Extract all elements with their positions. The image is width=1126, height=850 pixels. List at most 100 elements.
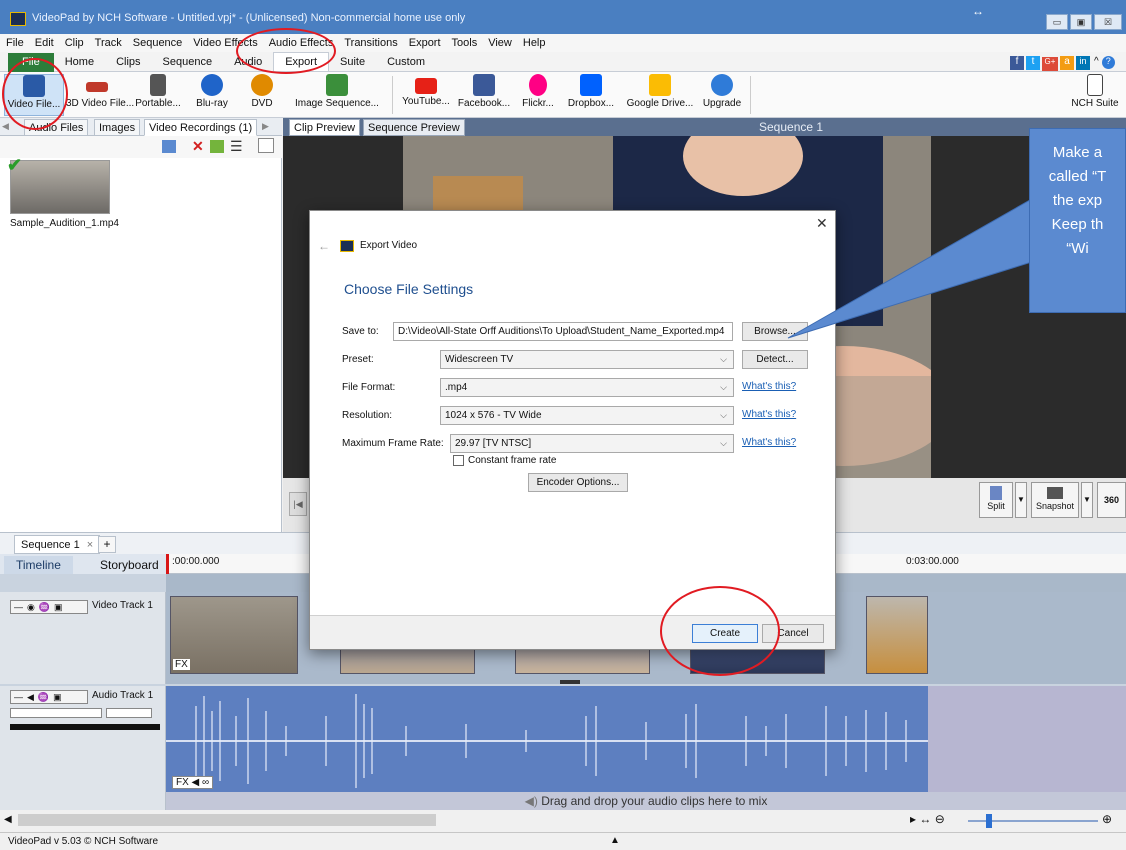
file-format-select[interactable]: .mp4 ⌵: [440, 378, 734, 397]
export-bluray-button[interactable]: Blu-ray: [188, 74, 236, 116]
encoder-options-button[interactable]: Encoder Options...: [528, 473, 628, 492]
zoom-in-icon[interactable]: ⊕: [1102, 812, 1112, 826]
audio-track-controls[interactable]: —◀♒▣: [10, 690, 88, 704]
images-icon: [326, 74, 348, 96]
google-plus-share-icon[interactable]: G+: [1042, 57, 1058, 71]
whats-this-format-link[interactable]: What's this?: [742, 381, 796, 392]
zoom-fit-icon[interactable]: ▸ ↔ ⊖: [910, 812, 945, 826]
track-resize-handle[interactable]: [560, 680, 580, 684]
tab-suite[interactable]: Suite: [329, 53, 376, 72]
menu-sequence[interactable]: Sequence: [127, 34, 188, 49]
tab-clips[interactable]: Clips: [105, 53, 151, 72]
tab-sequence-preview[interactable]: Sequence Preview: [363, 119, 465, 136]
tab-clip-preview[interactable]: Clip Preview: [289, 119, 361, 136]
constant-frame-rate-checkbox[interactable]: [453, 455, 464, 466]
export-youtube-button[interactable]: YouTube...: [398, 74, 454, 116]
skip-start-button[interactable]: |◀: [289, 492, 307, 516]
menu-transitions[interactable]: Transitions: [338, 34, 402, 49]
audio-drop-hint: ◀) Drag and drop your audio clips here t…: [166, 792, 1126, 810]
360-button[interactable]: 360: [1097, 482, 1126, 518]
tab-storyboard[interactable]: Storyboard: [88, 556, 171, 574]
unpin-panel-icon[interactable]: [258, 138, 274, 153]
whats-this-resolution-link[interactable]: What's this?: [742, 409, 796, 420]
audio-fx-controls[interactable]: FX ◀ ∞: [172, 776, 214, 789]
resolution-select[interactable]: 1024 x 576 - TV Wide ⌵: [440, 406, 734, 425]
sequence-tab[interactable]: Sequence 1 ×: [14, 535, 101, 554]
close-sequence-icon[interactable]: ×: [87, 539, 93, 551]
nch-suite-button[interactable]: NCH Suite: [1066, 74, 1124, 116]
new-folder-icon[interactable]: [210, 140, 224, 153]
audio-track-label: Audio Track 1: [92, 690, 154, 701]
tab-video-recordings[interactable]: Video Recordings (1): [144, 119, 258, 136]
help-icon[interactable]: ?: [1101, 56, 1115, 69]
menu-help[interactable]: Help: [517, 34, 551, 49]
video-clip[interactable]: [866, 596, 928, 674]
export-dvd-button[interactable]: DVD: [240, 74, 284, 116]
close-button[interactable]: ☒: [1094, 14, 1122, 30]
zoom-slider[interactable]: [968, 814, 1098, 828]
frame-rate-select[interactable]: 29.97 [TV NTSC] ⌵: [450, 434, 734, 453]
zoom-slider-thumb[interactable]: [986, 814, 992, 828]
highlight-circle-create: [660, 586, 780, 676]
scroll-left-arrow[interactable]: ◀: [4, 814, 12, 825]
export-image-sequence-button[interactable]: Image Sequence...: [288, 74, 386, 116]
detect-button[interactable]: Detect...: [742, 350, 808, 369]
list-view-icon[interactable]: ☰: [230, 138, 243, 155]
save-to-input[interactable]: D:\Video\All-State Orff Auditions\To Upl…: [393, 322, 733, 341]
chevron-down-icon: ⌵: [720, 410, 727, 420]
menu-tools[interactable]: Tools: [446, 34, 483, 49]
minimize-button[interactable]: ▭: [1046, 14, 1068, 30]
fx-label[interactable]: FX: [173, 659, 190, 670]
export-portable-button[interactable]: Portable...: [132, 74, 184, 116]
preset-select[interactable]: Widescreen TV ⌵: [440, 350, 734, 369]
linkedin-share-icon[interactable]: in: [1076, 56, 1090, 70]
menu-export[interactable]: Export: [403, 34, 446, 49]
collapse-ribbon-icon[interactable]: ^: [1094, 56, 1099, 67]
export-google-drive-button[interactable]: Google Drive...: [622, 74, 698, 116]
tab-timeline[interactable]: Timeline: [4, 556, 73, 574]
video-clip[interactable]: FX: [170, 596, 298, 674]
amazon-share-icon[interactable]: a: [1060, 56, 1074, 70]
split-dropdown[interactable]: ▼: [1015, 482, 1027, 518]
phone-icon: [150, 74, 166, 96]
status-expand-icon[interactable]: ▲: [610, 835, 620, 846]
tabs-scroll-left-icon[interactable]: ◀: [2, 121, 9, 132]
add-media-icon[interactable]: [162, 140, 176, 153]
export-dropbox-button[interactable]: Dropbox...: [562, 74, 620, 116]
remove-media-icon[interactable]: ✕: [192, 138, 204, 155]
media-clip-name: Sample_Audition_1.mp4: [10, 218, 119, 229]
menu-view[interactable]: View: [482, 34, 517, 49]
menu-file[interactable]: File: [0, 34, 29, 49]
tab-images[interactable]: Images: [94, 119, 141, 136]
back-arrow-icon[interactable]: ←: [318, 239, 330, 253]
snapshot-button[interactable]: Snapshot: [1031, 482, 1079, 518]
menu-clip[interactable]: Clip: [59, 34, 89, 49]
twitter-share-icon[interactable]: t: [1026, 56, 1040, 70]
split-button[interactable]: Split: [979, 482, 1013, 518]
whats-this-framerate-link[interactable]: What's this?: [742, 437, 796, 448]
tab-sequence[interactable]: Sequence: [152, 53, 224, 72]
maximize-button[interactable]: ▣: [1070, 14, 1092, 30]
menu-edit[interactable]: Edit: [29, 34, 59, 49]
add-sequence-button[interactable]: +: [98, 536, 116, 553]
media-clip-thumbnail[interactable]: ✔: [7, 155, 110, 214]
volume-slider[interactable]: [10, 708, 102, 718]
playhead-marker[interactable]: [166, 554, 169, 574]
upgrade-button[interactable]: Upgrade: [700, 74, 744, 116]
facebook-share-icon[interactable]: f: [1010, 56, 1024, 70]
menu-track[interactable]: Track: [89, 34, 127, 49]
tabs-scroll-right-icon[interactable]: ▶: [262, 121, 269, 132]
app-window: VideoPad by NCH Software - Untitled.vpj*…: [0, 0, 1126, 850]
export-flickr-button[interactable]: Flickr...: [518, 74, 558, 116]
tab-home[interactable]: Home: [54, 53, 105, 72]
snapshot-dropdown[interactable]: ▼: [1081, 482, 1093, 518]
file-format-label: File Format:: [342, 382, 396, 393]
pan-slider[interactable]: [106, 708, 152, 718]
export-3d-video-button[interactable]: 3D Video File...: [66, 74, 134, 116]
export-facebook-button[interactable]: Facebook...: [455, 74, 513, 116]
scroll-thumb[interactable]: [18, 814, 436, 826]
video-track-controls[interactable]: —◉♒▣: [10, 600, 88, 614]
checkmark-icon: ✔: [7, 155, 23, 175]
timeline-scrollbar[interactable]: ◀ ▸ ↔ ⊖ ⊕: [0, 810, 1126, 832]
tab-custom[interactable]: Custom: [376, 53, 436, 72]
